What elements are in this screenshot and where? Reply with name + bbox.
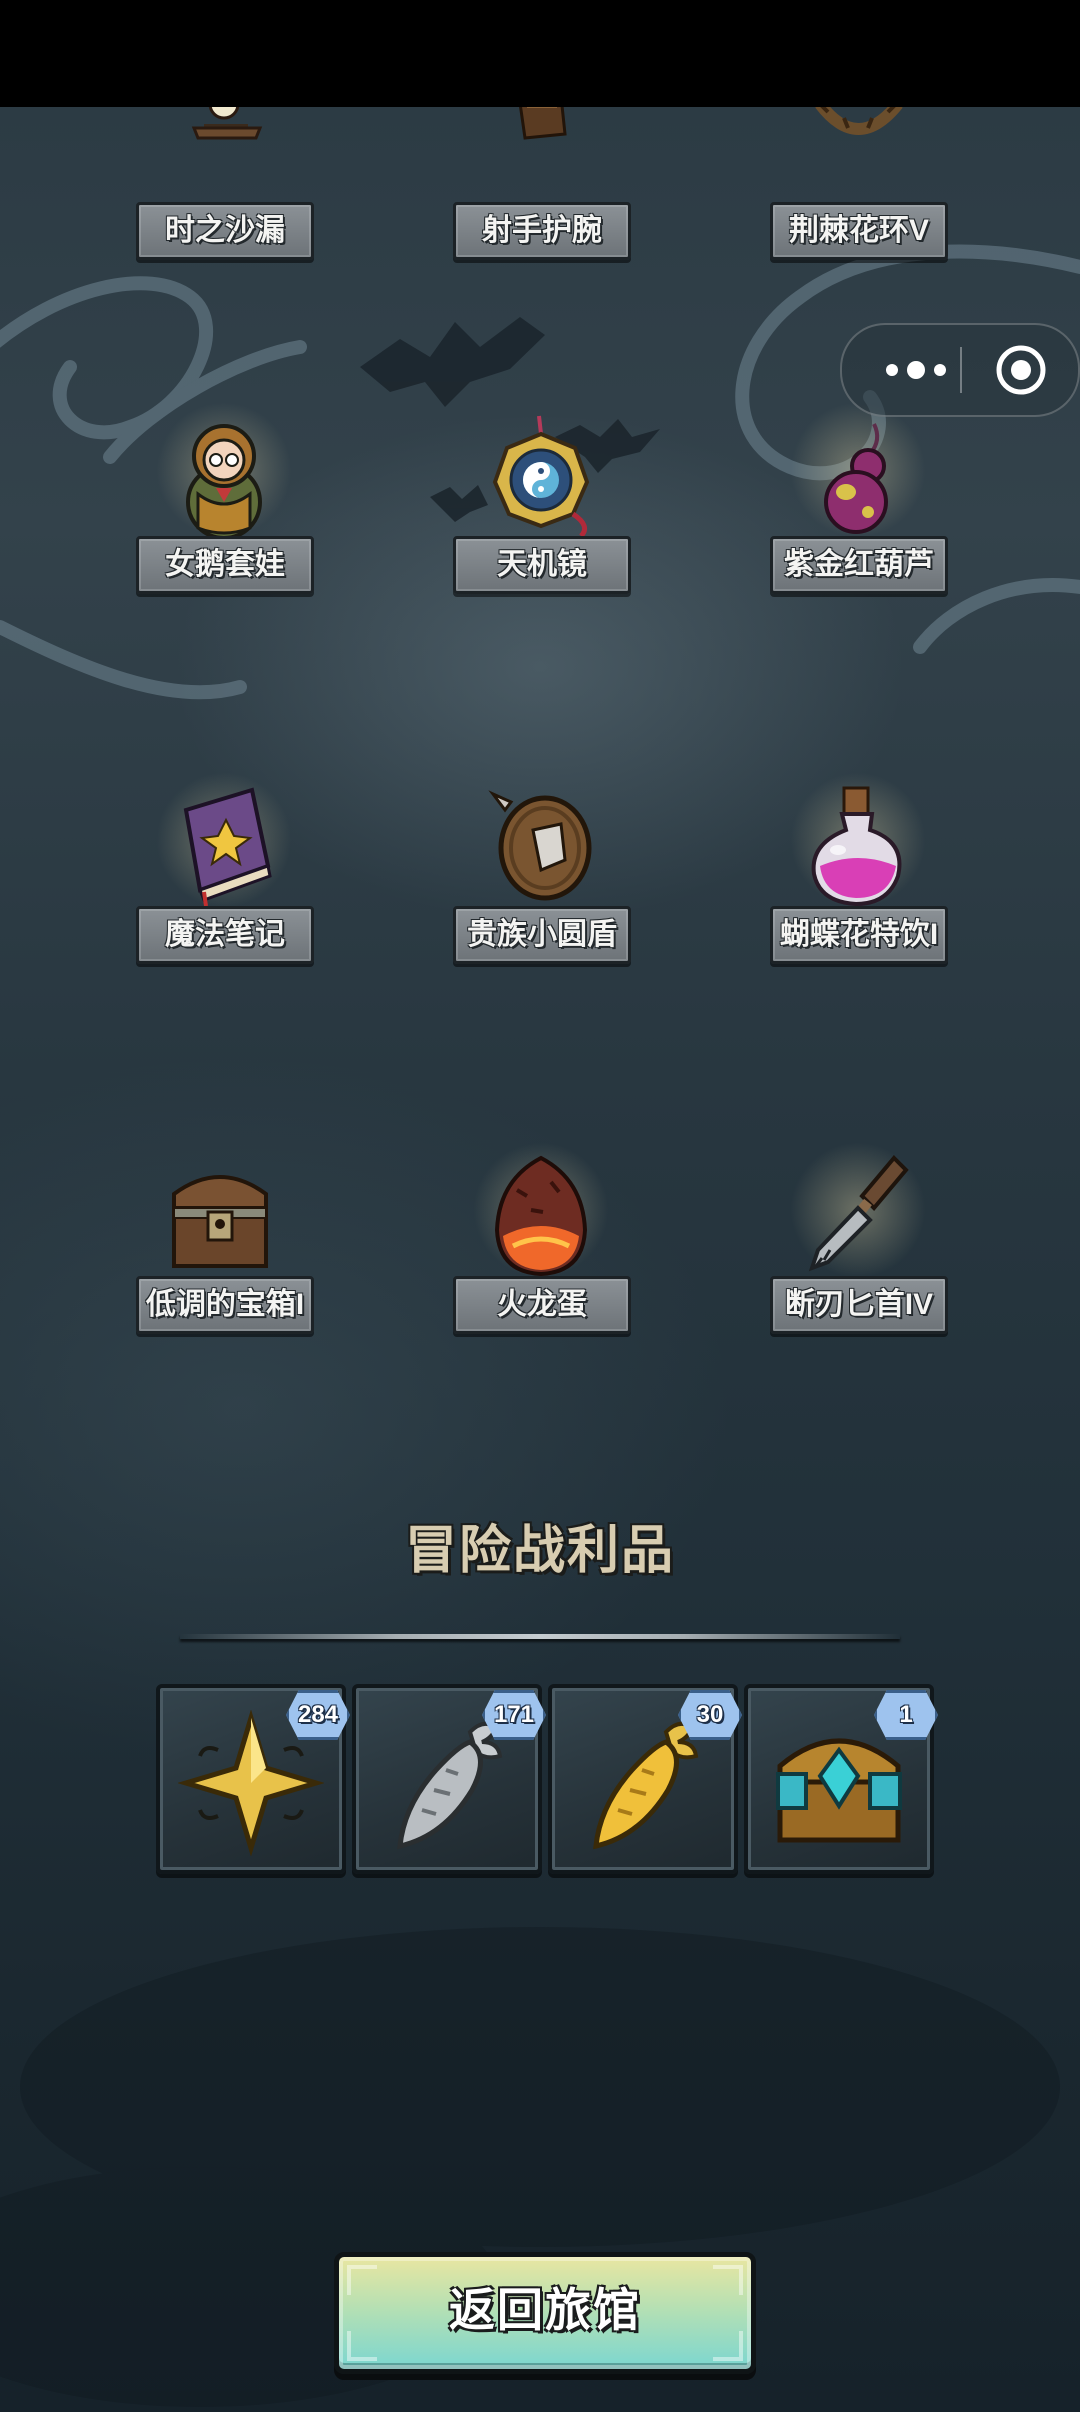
- nesting-doll-icon: [186, 424, 262, 540]
- item-name-label: 时之沙漏: [136, 202, 314, 260]
- item-name-label: 荆棘花环V: [770, 202, 948, 260]
- item-name-label: 天机镜: [453, 536, 631, 594]
- collection-item[interactable]: 断刃匕首IV: [770, 1140, 948, 1370]
- potion-bottle-icon: [811, 786, 902, 907]
- treasure-chest-icon: [172, 1175, 268, 1268]
- loot-slot[interactable]: 1: [744, 1684, 938, 1874]
- return-button-label: 返回旅馆: [449, 2284, 641, 2336]
- item-name-label: 女鹅套娃: [136, 536, 314, 594]
- collection-item[interactable]: 蝴蝶花特饮I: [770, 770, 948, 1000]
- close-miniprogram-button[interactable]: [976, 325, 1066, 415]
- collection-item[interactable]: 贵族小圆盾: [453, 770, 631, 1000]
- collection-item[interactable]: 天机镜: [453, 400, 631, 630]
- capsule-divider: [960, 347, 962, 393]
- bagua-mirror-icon: [492, 415, 590, 538]
- item-name-label: 断刃匕首IV: [770, 1276, 948, 1334]
- collection-item[interactable]: 火龙蛋: [453, 1140, 631, 1370]
- item-count-badge: 171: [482, 1690, 546, 1740]
- magic-book-icon: [183, 787, 272, 907]
- item-count-badge: 284: [286, 1690, 350, 1740]
- collection-item[interactable]: 低调的宝箱I: [136, 1140, 314, 1370]
- loot-slot[interactable]: 30: [548, 1684, 742, 1874]
- item-name-label: 魔法笔记: [136, 906, 314, 964]
- section-divider: [180, 1634, 900, 1639]
- miniprogram-capsule: [840, 323, 1080, 417]
- dragon-egg-icon: [494, 1155, 588, 1277]
- target-circle-icon: [996, 345, 1046, 395]
- collection-item[interactable]: 魔法笔记: [136, 770, 314, 1000]
- item-name-label: 贵族小圆盾: [453, 906, 631, 964]
- item-name-label: 蝴蝶花特饮I: [770, 906, 948, 964]
- loot-slot[interactable]: 171: [352, 1684, 546, 1874]
- return-to-inn-button[interactable]: 返回旅馆: [334, 2252, 756, 2374]
- round-shield-icon: [488, 790, 592, 901]
- collection-item[interactable]: 紫金红葫芦: [770, 400, 948, 630]
- collection-item[interactable]: 女鹅套娃: [136, 400, 314, 630]
- item-name-label: 火龙蛋: [453, 1276, 631, 1334]
- item-count-badge: 30: [678, 1690, 742, 1740]
- gourd-icon: [824, 423, 888, 534]
- item-name-label: 低调的宝箱I: [136, 1276, 314, 1334]
- status-bar: [0, 0, 1080, 107]
- item-count-badge: 1: [874, 1690, 938, 1740]
- item-name-label: 射手护腕: [453, 202, 631, 260]
- more-dots-icon: [886, 361, 946, 379]
- loot-section-title: 冒险战利品: [404, 1522, 675, 1580]
- more-menu-button[interactable]: [872, 325, 960, 415]
- item-name-label: 紫金红葫芦: [770, 536, 948, 594]
- broken-dagger-icon: [808, 1155, 909, 1272]
- loot-slot[interactable]: 284: [156, 1684, 350, 1874]
